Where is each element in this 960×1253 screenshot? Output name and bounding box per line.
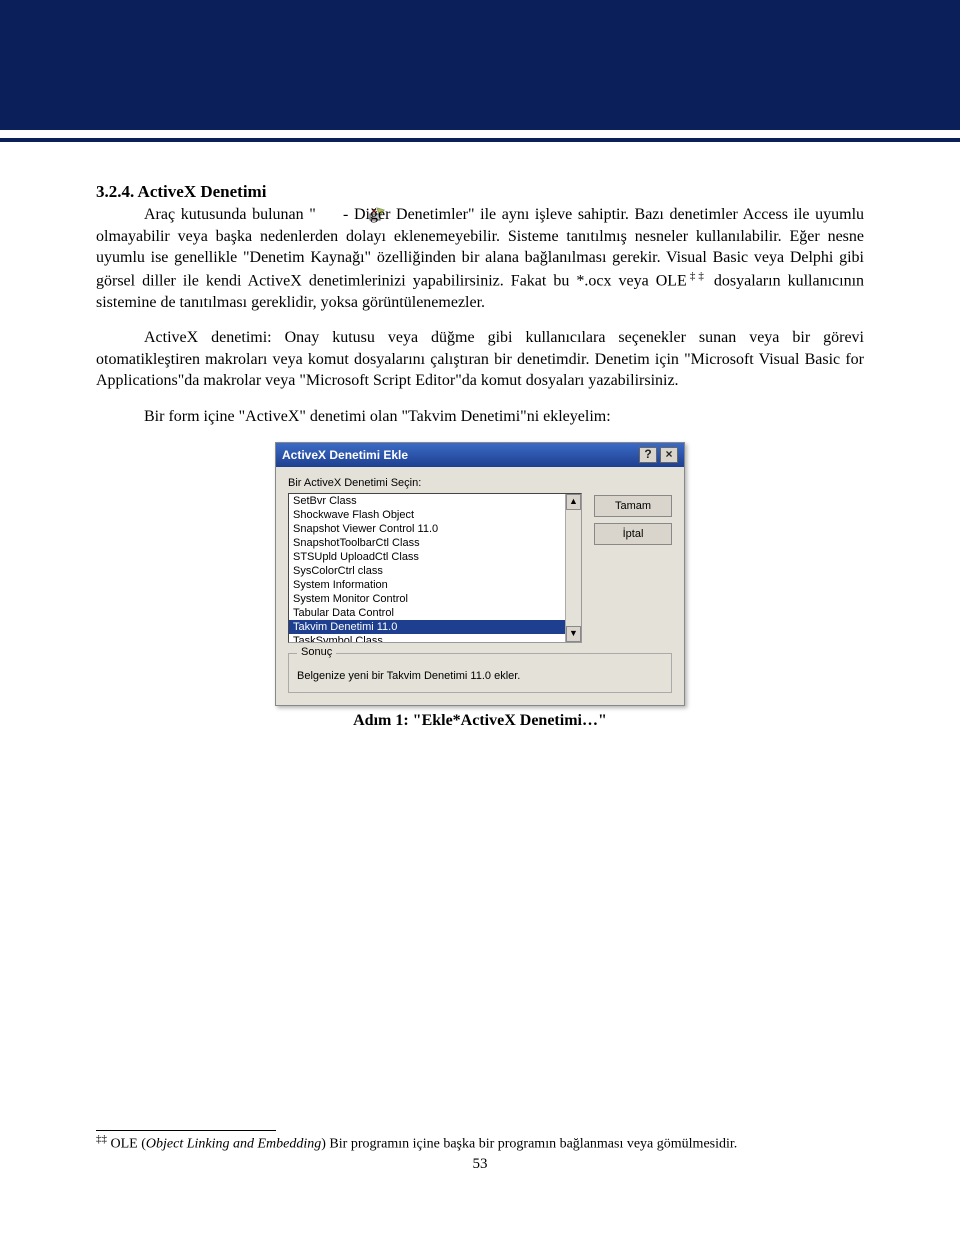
activex-add-dialog: ActiveX Denetimi Ekle ? × Bir ActiveX De…	[275, 442, 685, 706]
footnote-italic: Object Linking and Embedding	[146, 1136, 321, 1151]
scroll-down-icon[interactable]: ▼	[566, 626, 581, 642]
dialog-titlebar: ActiveX Denetimi Ekle ? ×	[276, 443, 684, 467]
footnote: ‡‡ OLE (Object Linking and Embedding) Bi…	[96, 1133, 864, 1153]
list-item[interactable]: SnapshotToolbarCtl Class	[289, 536, 565, 550]
more-controls-icon	[321, 206, 337, 220]
list-item[interactable]: Tabular Data Control	[289, 606, 565, 620]
ok-button[interactable]: Tamam	[594, 495, 672, 517]
header-band	[0, 0, 960, 130]
scroll-up-icon[interactable]: ▲	[566, 494, 581, 510]
dialog-figure: ActiveX Denetimi Ekle ? × Bir ActiveX De…	[96, 442, 864, 706]
footnote-acronym: OLE (	[107, 1136, 146, 1151]
section-heading: 3.2.4. ActiveX Denetimi	[96, 182, 864, 202]
spacer	[96, 730, 864, 1050]
dialog-title: ActiveX Denetimi Ekle	[282, 448, 408, 462]
footnote-rest: ) Bir programın içine başka bir programı…	[321, 1136, 737, 1151]
list-item[interactable]: Shockwave Flash Object	[289, 508, 565, 522]
list-item[interactable]: Takvim Denetimi 11.0	[289, 620, 565, 634]
result-group: Sonuç Belgenize yeni bir Takvim Denetimi…	[288, 653, 672, 693]
list-item[interactable]: System Monitor Control	[289, 592, 565, 606]
close-icon[interactable]: ×	[660, 447, 678, 463]
list-item[interactable]: TaskSymbol Class	[289, 634, 565, 642]
list-item[interactable]: System Information	[289, 578, 565, 592]
list-item[interactable]: Snapshot Viewer Control 11.0	[289, 522, 565, 536]
help-icon[interactable]: ?	[639, 447, 657, 463]
page-number: 53	[96, 1156, 864, 1173]
paragraph-3: Bir form içine "ActiveX" denetimi olan "…	[96, 406, 864, 428]
footnote-ref: ‡‡	[687, 270, 707, 282]
scrollbar[interactable]: ▲ ▼	[565, 494, 581, 642]
list-item[interactable]: SetBvr Class	[289, 494, 565, 508]
paragraph-2: ActiveX denetimi: Onay kutusu veya düğme…	[96, 327, 864, 392]
list-item[interactable]: SysColorCtrl class	[289, 564, 565, 578]
footnote-marker: ‡‡	[96, 1133, 107, 1145]
cancel-button[interactable]: İptal	[594, 523, 672, 545]
select-label: Bir ActiveX Denetimi Seçin:	[288, 477, 582, 489]
list-item[interactable]: STSUpld UploadCtl Class	[289, 550, 565, 564]
paragraph-1: Araç kutusunda bulunan " - Diğer Denetim…	[96, 204, 864, 313]
footnote-rule	[96, 1130, 276, 1131]
page-body: 3.2.4. ActiveX Denetimi Araç kutusunda b…	[0, 142, 960, 1193]
activex-listbox[interactable]: SetBvr ClassShockwave Flash ObjectSnapsh…	[288, 493, 582, 643]
result-text: Belgenize yeni bir Takvim Denetimi 11.0 …	[297, 670, 663, 682]
figure-caption: Adım 1: "Ekle*ActiveX Denetimi…"	[96, 712, 864, 730]
para1-text-a: Araç kutusunda bulunan "	[144, 206, 316, 223]
result-group-title: Sonuç	[297, 646, 336, 658]
